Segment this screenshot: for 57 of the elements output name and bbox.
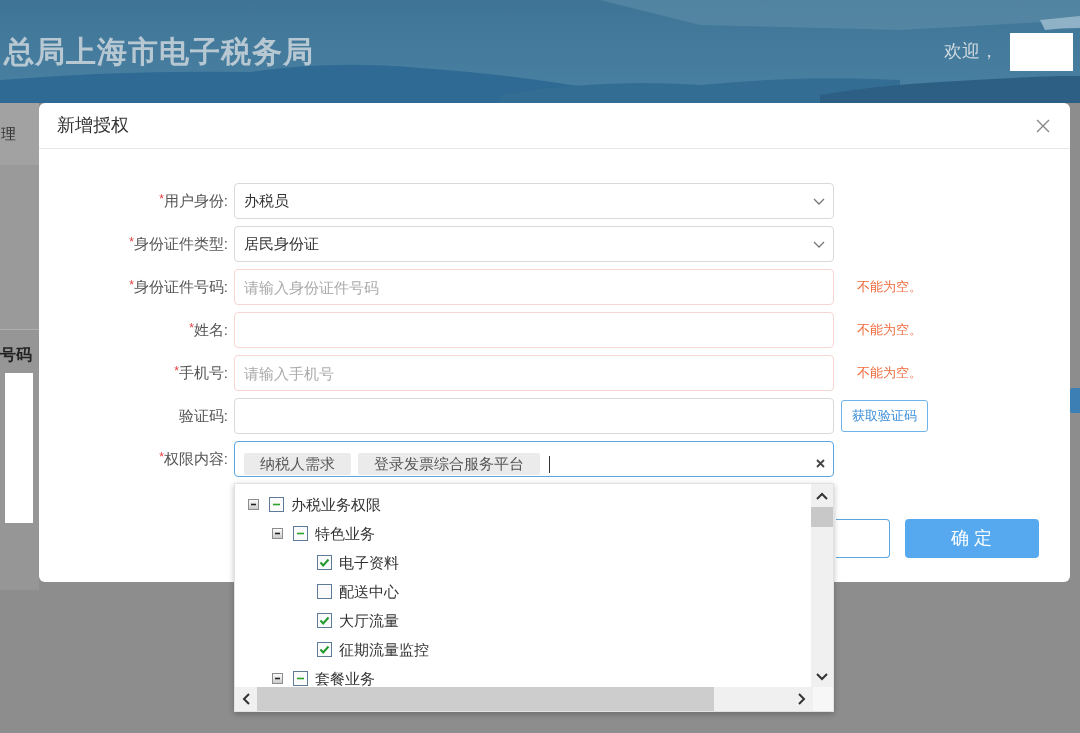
tree-item[interactable]: 办税业务权限: [291, 494, 381, 515]
tree-item[interactable]: 特色业务: [315, 523, 375, 544]
error-message: 不能为空。: [857, 321, 922, 340]
field-label: *用户身份:: [159, 190, 228, 211]
redaction-block: [1010, 32, 1073, 71]
collapse-icon[interactable]: [248, 499, 259, 510]
select-field[interactable]: 居民身份证: [234, 226, 834, 262]
tree-item[interactable]: 大厅流量: [339, 610, 399, 631]
collapse-icon[interactable]: [272, 528, 283, 539]
tag: 纳税人需求: [244, 453, 351, 475]
field-label: *身份证件号码:: [129, 276, 228, 297]
error-message: 不能为空。: [857, 278, 922, 297]
chevron-left-icon[interactable]: [242, 693, 250, 705]
scrollbar-thumb[interactable]: [811, 507, 833, 527]
checked-checkbox-icon[interactable]: [317, 642, 332, 657]
get-code-button[interactable]: 获取验证码: [841, 400, 928, 432]
tree-item[interactable]: 配送中心: [339, 581, 399, 602]
chevron-right-icon[interactable]: [798, 693, 806, 705]
partial-checkbox-icon[interactable]: [293, 671, 308, 686]
partial-checkbox-icon[interactable]: [293, 526, 308, 541]
select-field[interactable]: 办税员: [234, 183, 834, 219]
chevron-down-icon: [813, 197, 825, 205]
checkbox-icon[interactable]: [317, 584, 332, 599]
cancel-button[interactable]: [836, 519, 890, 558]
tag-input-field[interactable]: 纳税人需求 登录发票综合服务平台: [234, 441, 834, 477]
field-label: 验证码:: [178, 405, 228, 426]
chevron-down-icon[interactable]: [816, 672, 828, 681]
close-icon[interactable]: [1036, 118, 1050, 133]
input-field[interactable]: [234, 398, 834, 434]
vertical-scrollbar[interactable]: [811, 484, 833, 687]
tree-item[interactable]: 征期流量监控: [339, 639, 429, 660]
tree-item[interactable]: 电子资料: [339, 552, 399, 573]
checked-checkbox-icon[interactable]: [317, 555, 332, 570]
collapse-icon[interactable]: [272, 673, 283, 684]
field-label: *身份证件类型:: [129, 233, 228, 254]
site-title: 总局上海市电子税务局: [4, 34, 314, 70]
input-field[interactable]: [234, 312, 834, 348]
text-cursor: [549, 456, 550, 473]
field-label: *手机号:: [174, 362, 228, 383]
checked-checkbox-icon[interactable]: [317, 613, 332, 628]
chevron-down-icon: [813, 240, 825, 248]
chevron-up-icon[interactable]: [816, 491, 828, 500]
error-message: 不能为空。: [857, 364, 922, 383]
partial-checkbox-icon[interactable]: [269, 497, 284, 512]
field-label: *权限内容:: [159, 448, 228, 469]
menu-item[interactable]: 理: [1, 122, 16, 146]
table-heading: 号码: [0, 345, 33, 365]
welcome-text: 欢迎，: [944, 40, 998, 63]
clear-icon[interactable]: [816, 459, 825, 468]
input-field[interactable]: 请输入身份证件号码: [234, 269, 834, 305]
input-field[interactable]: 请输入手机号: [234, 355, 834, 391]
field-label: *姓名:: [189, 319, 228, 340]
tree-item[interactable]: 套餐业务: [315, 668, 375, 687]
dialog-title: 新增授权: [57, 114, 129, 137]
horizontal-scrollbar[interactable]: [235, 687, 813, 711]
tag: 登录发票综合服务平台: [358, 453, 540, 475]
scrollbar-thumb[interactable]: [257, 687, 714, 711]
